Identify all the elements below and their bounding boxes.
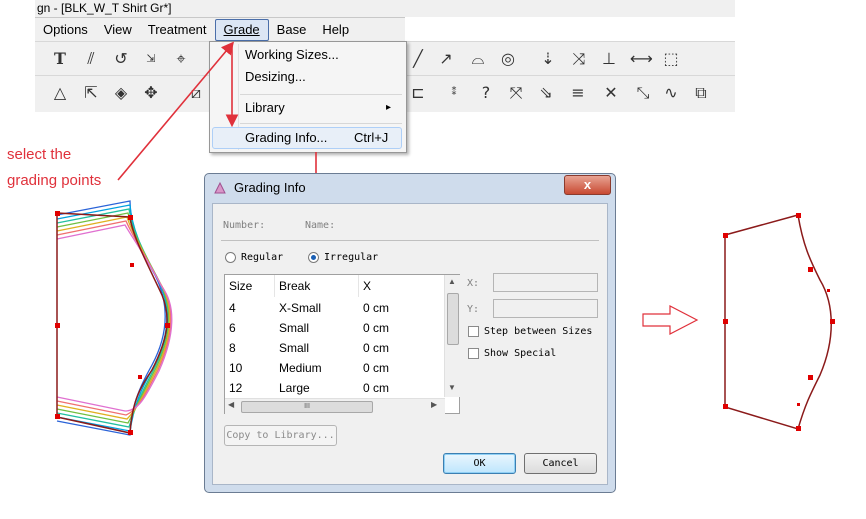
cell-size[interactable]: 12 <box>225 378 242 398</box>
copy-to-library-button[interactable]: Copy to Library... <box>224 425 337 446</box>
x-field[interactable] <box>493 273 598 292</box>
radio-irregular[interactable] <box>308 252 319 263</box>
col-header-x[interactable]: X <box>359 275 445 297</box>
table-vertical-scrollbar[interactable]: ▲ ▼ <box>444 275 460 397</box>
cell-size[interactable]: 4 <box>225 298 236 318</box>
hscroll-thumb[interactable]: III <box>241 401 373 413</box>
cell-break[interactable]: Medium <box>275 358 322 378</box>
y-label: Y: <box>467 304 480 315</box>
cell-size[interactable]: 8 <box>225 338 236 358</box>
radio-regular-label: Regular <box>241 252 284 263</box>
dialog-app-icon <box>214 181 226 194</box>
cell-size[interactable]: 6 <box>225 318 236 338</box>
y-field[interactable] <box>493 299 598 318</box>
cell-size[interactable]: 10 <box>225 358 242 378</box>
scroll-right-icon[interactable]: ▶ <box>431 400 437 409</box>
cell-break[interactable]: Small <box>275 318 309 338</box>
scroll-down-icon[interactable]: ▼ <box>448 383 456 392</box>
col-header-break[interactable]: Break <box>275 275 359 297</box>
dialog-title: Grading Info <box>234 180 306 195</box>
selected-pattern-piece <box>723 213 835 431</box>
close-icon[interactable]: x <box>564 175 611 195</box>
step-between-sizes-checkbox[interactable] <box>468 326 479 337</box>
name-label: Name: <box>305 220 336 231</box>
show-special-label: Show Special <box>484 348 557 359</box>
grading-table: Size Break X 4 X-Small 0 cm 6 Small 0 cm… <box>224 274 460 414</box>
cell-break[interactable]: X-Small <box>275 298 321 318</box>
scroll-thumb[interactable] <box>447 293 459 345</box>
table-horizontal-scrollbar[interactable]: ◀ III ▶ <box>225 398 445 414</box>
divider <box>221 240 599 241</box>
cell-x[interactable]: 0 cm <box>359 378 389 398</box>
cell-break[interactable]: Small <box>275 338 309 358</box>
show-special-checkbox[interactable] <box>468 348 479 359</box>
radio-regular[interactable] <box>225 252 236 263</box>
cell-x[interactable]: 0 cm <box>359 338 389 358</box>
cell-x[interactable]: 0 cm <box>359 298 389 318</box>
cell-x[interactable]: 0 cm <box>359 318 389 338</box>
cell-x[interactable]: 0 cm <box>359 358 389 378</box>
scroll-up-icon[interactable]: ▲ <box>448 277 456 286</box>
ok-button[interactable]: OK <box>443 453 516 474</box>
scroll-left-icon[interactable]: ◀ <box>228 400 234 409</box>
number-label: Number: <box>223 220 266 231</box>
radio-irregular-label: Irregular <box>324 252 379 263</box>
cell-break[interactable]: Large <box>275 378 310 398</box>
cancel-button[interactable]: Cancel <box>524 453 597 474</box>
x-label: X: <box>467 278 480 289</box>
step-between-sizes-label: Step between Sizes <box>484 326 593 337</box>
col-header-size[interactable]: Size <box>225 275 275 297</box>
